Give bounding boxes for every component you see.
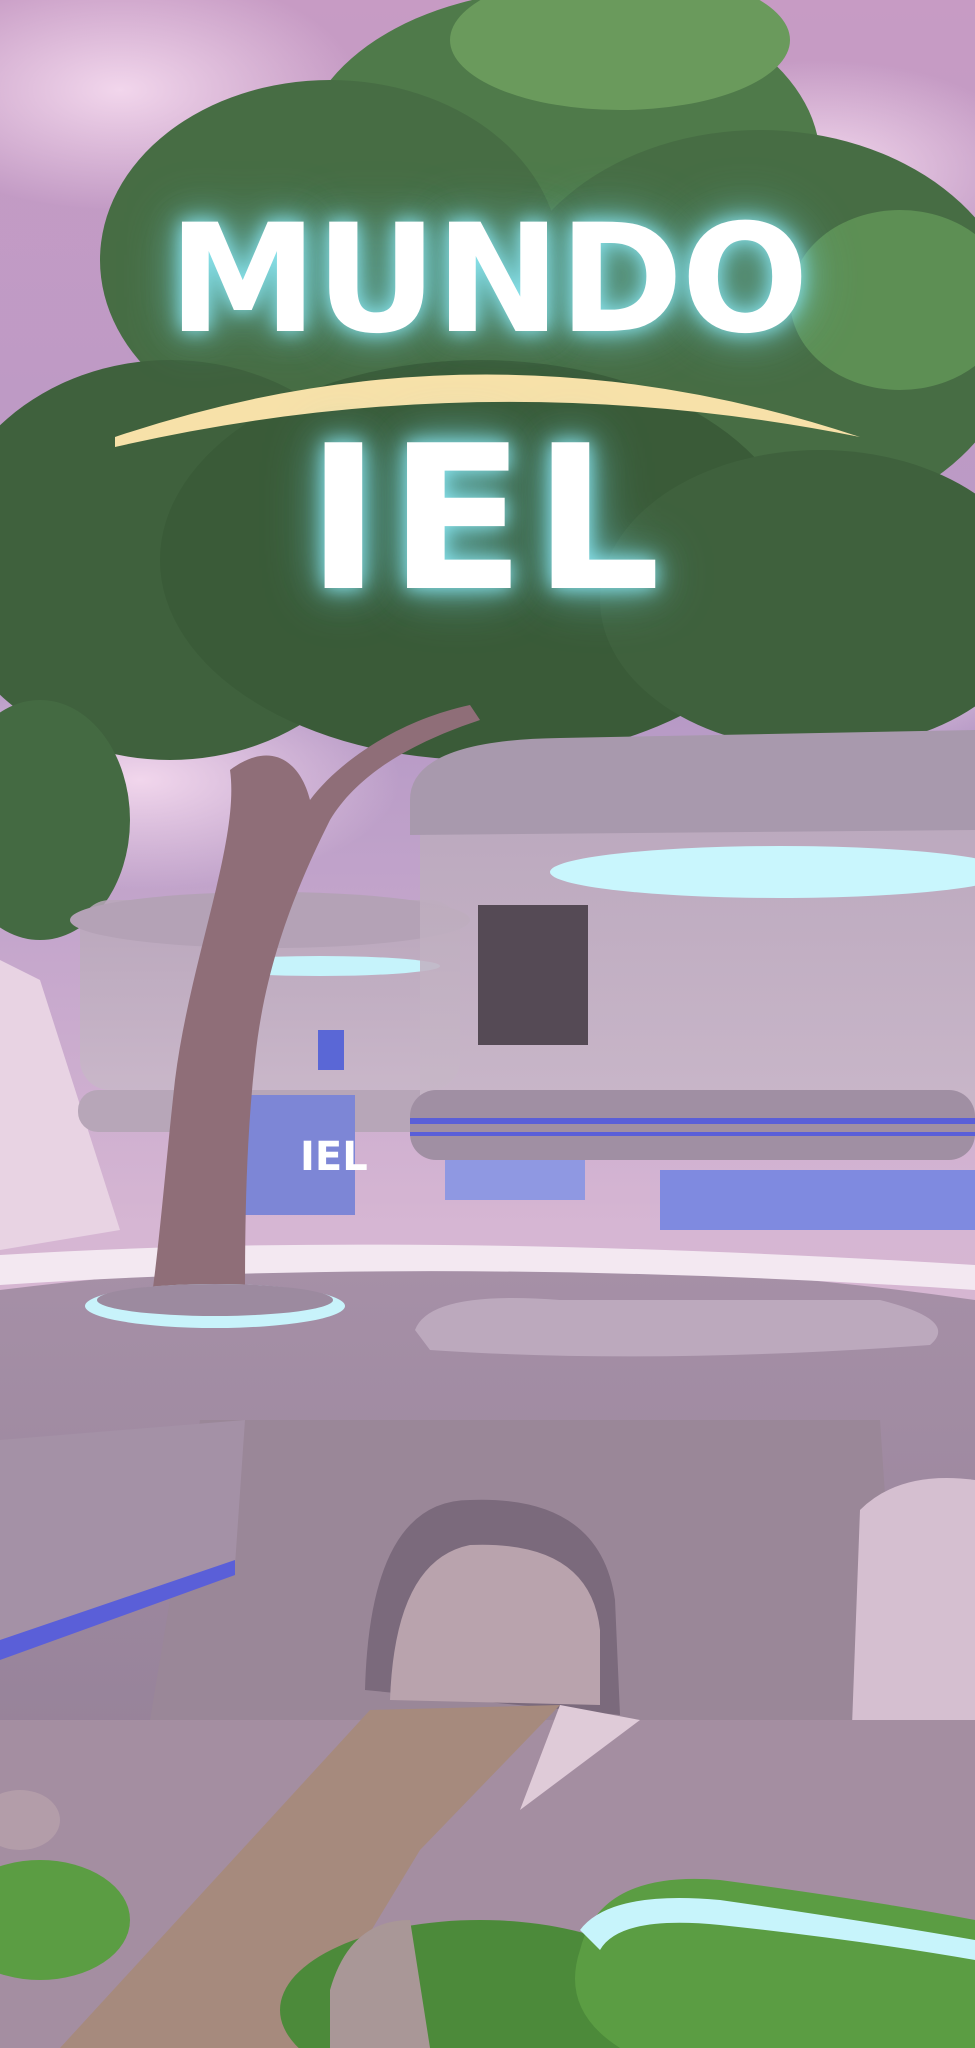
logo-title-iel: IEL <box>306 403 669 636</box>
logo-title-mundo: MUNDO <box>168 193 809 367</box>
main-glass-pavilion <box>410 730 975 1230</box>
game-logo: MUNDO IEL <box>0 0 975 660</box>
building-sign-text: IEL <box>300 1134 368 1180</box>
